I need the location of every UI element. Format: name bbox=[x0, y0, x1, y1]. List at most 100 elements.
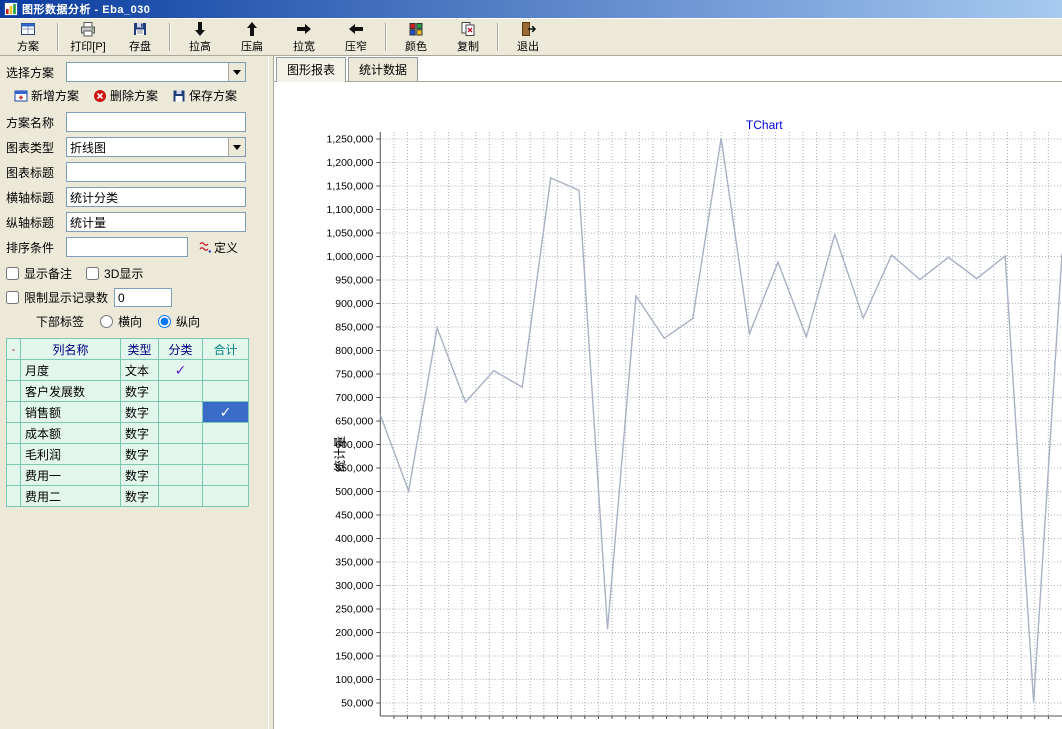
radio-vertical[interactable]: 纵向 bbox=[158, 313, 200, 330]
limit-records-label: 限制显示记录数 bbox=[24, 289, 108, 306]
sort-condition-input[interactable] bbox=[66, 237, 188, 257]
tab-statistics[interactable]: 统计数据 bbox=[348, 57, 418, 81]
cell-type[interactable]: 数字 bbox=[121, 381, 159, 402]
toolbar-button-widen[interactable]: 拉宽 bbox=[278, 20, 330, 54]
cell-category[interactable] bbox=[159, 402, 203, 423]
cell-total[interactable] bbox=[203, 465, 249, 486]
table-row[interactable]: 费用二 数字 bbox=[7, 486, 249, 507]
chart-y-axis-title: 统计量 bbox=[333, 436, 347, 472]
table-row[interactable]: 销售额 数字 ✓ bbox=[7, 402, 249, 423]
toolbar-button-color[interactable]: 颜色 bbox=[390, 20, 442, 54]
limit-records-checkbox-input[interactable] bbox=[6, 291, 19, 304]
svg-text:800,000: 800,000 bbox=[335, 345, 373, 357]
cell-type[interactable]: 数字 bbox=[121, 402, 159, 423]
titlebar: 图形数据分析 - Eba_030 bbox=[0, 0, 1062, 18]
chart-type-label: 图表类型 bbox=[6, 139, 66, 156]
table-row[interactable]: 月度 文本 ✓ bbox=[7, 360, 249, 381]
copy-icon bbox=[459, 21, 477, 37]
check-icon: ✓ bbox=[175, 362, 187, 378]
table-row[interactable]: 客户发展数 数字 bbox=[7, 381, 249, 402]
limit-records-checkbox[interactable]: 限制显示记录数 bbox=[6, 289, 108, 306]
delete-plan-label: 删除方案 bbox=[110, 87, 158, 104]
limit-records-input[interactable] bbox=[114, 288, 172, 307]
table-row[interactable]: 成本额 数字 bbox=[7, 423, 249, 444]
toolbar-button-exit[interactable]: 退出 bbox=[502, 20, 554, 54]
table-row[interactable]: 费用一 数字 bbox=[7, 465, 249, 486]
cell-total-selected[interactable]: ✓ bbox=[203, 402, 249, 423]
table-row[interactable]: 毛利润 数字 bbox=[7, 444, 249, 465]
toolbar-button-stretch-tall[interactable]: 拉高 bbox=[174, 20, 226, 54]
chart-type-combobox[interactable]: 折线图 bbox=[66, 137, 246, 157]
toolbar-button-save[interactable]: 存盘 bbox=[114, 20, 166, 54]
cell-total[interactable] bbox=[203, 444, 249, 465]
radio-vertical-input[interactable] bbox=[158, 315, 171, 328]
cell-category[interactable]: ✓ bbox=[159, 360, 203, 381]
display-3d-checkbox[interactable]: 3D显示 bbox=[86, 265, 143, 282]
show-notes-checkbox[interactable]: 显示备注 bbox=[6, 265, 72, 282]
delete-plan-button[interactable]: 删除方案 bbox=[93, 87, 158, 104]
cell-name[interactable]: 毛利润 bbox=[21, 444, 121, 465]
svg-text:150,000: 150,000 bbox=[335, 651, 373, 663]
toolbar-button-copy[interactable]: 复制 bbox=[442, 20, 494, 54]
cell-name[interactable]: 费用一 bbox=[21, 465, 121, 486]
chart-type-value: 折线图 bbox=[67, 139, 228, 156]
cell-category[interactable] bbox=[159, 486, 203, 507]
cell-category[interactable] bbox=[159, 444, 203, 465]
select-plan-combobox[interactable] bbox=[66, 62, 246, 82]
cell-total[interactable] bbox=[203, 381, 249, 402]
svg-text:300,000: 300,000 bbox=[335, 580, 373, 592]
tab-graph-report[interactable]: 图形报表 bbox=[276, 57, 346, 82]
radio-horizontal[interactable]: 横向 bbox=[100, 313, 142, 330]
toolbar-button-narrow[interactable]: 压窄 bbox=[330, 20, 382, 54]
cell-name[interactable]: 成本额 bbox=[21, 423, 121, 444]
svg-text:750,000: 750,000 bbox=[335, 369, 373, 381]
save-icon bbox=[131, 21, 149, 37]
cell-category[interactable] bbox=[159, 423, 203, 444]
display-3d-label: 3D显示 bbox=[104, 265, 143, 282]
columns-table-header: - 列名称 类型 分类 合计 bbox=[7, 339, 249, 360]
toolbar-label: 复制 bbox=[457, 38, 479, 54]
show-notes-checkbox-input[interactable] bbox=[6, 267, 19, 280]
cell-type[interactable]: 文本 bbox=[121, 360, 159, 381]
xaxis-title-input[interactable] bbox=[66, 187, 246, 207]
cell-type[interactable]: 数字 bbox=[121, 465, 159, 486]
radio-vertical-label: 纵向 bbox=[176, 313, 200, 330]
radio-horizontal-input[interactable] bbox=[100, 315, 113, 328]
define-sort-button[interactable]: 定义 bbox=[198, 239, 238, 256]
svg-text:700,000: 700,000 bbox=[335, 392, 373, 404]
cell-type[interactable]: 数字 bbox=[121, 444, 159, 465]
cell-name[interactable]: 销售额 bbox=[21, 402, 121, 423]
sort-condition-label: 排序条件 bbox=[6, 239, 66, 256]
cell-total[interactable] bbox=[203, 423, 249, 444]
cell-category[interactable] bbox=[159, 465, 203, 486]
chevron-down-icon[interactable] bbox=[228, 138, 245, 156]
cell-type[interactable]: 数字 bbox=[121, 423, 159, 444]
plan-name-input[interactable] bbox=[66, 112, 246, 132]
display-3d-checkbox-input[interactable] bbox=[86, 267, 99, 280]
yaxis-title-input[interactable] bbox=[66, 212, 246, 232]
cell-type[interactable]: 数字 bbox=[121, 486, 159, 507]
cell-category[interactable] bbox=[159, 381, 203, 402]
save-plan-button[interactable]: 保存方案 bbox=[172, 87, 237, 104]
toolbar-button-print[interactable]: 打印[P] bbox=[62, 20, 114, 54]
header-total: 合计 bbox=[203, 339, 249, 360]
cell-name[interactable]: 月度 bbox=[21, 360, 121, 381]
toolbar-separator bbox=[169, 23, 171, 51]
line-chart: 50,000100,000150,000200,000250,000300,00… bbox=[274, 82, 1062, 729]
chevron-down-icon[interactable] bbox=[228, 63, 245, 81]
header-category: 分类 bbox=[159, 339, 203, 360]
app-window: 图形数据分析 - Eba_030 方案 打印[P] 存盘 bbox=[0, 0, 1062, 729]
toolbar-separator bbox=[497, 23, 499, 51]
toolbar-separator bbox=[57, 23, 59, 51]
save-plan-label: 保存方案 bbox=[189, 87, 237, 104]
toolbar-separator bbox=[385, 23, 387, 51]
chart-title-input[interactable] bbox=[66, 162, 246, 182]
new-plan-button[interactable]: 新增方案 bbox=[14, 87, 79, 104]
cell-name[interactable]: 费用二 bbox=[21, 486, 121, 507]
cell-total[interactable] bbox=[203, 486, 249, 507]
exit-icon bbox=[519, 21, 537, 37]
cell-total[interactable] bbox=[203, 360, 249, 381]
cell-name[interactable]: 客户发展数 bbox=[21, 381, 121, 402]
toolbar-button-flatten[interactable]: 压扁 bbox=[226, 20, 278, 54]
toolbar-button-plan[interactable]: 方案 bbox=[2, 20, 54, 54]
